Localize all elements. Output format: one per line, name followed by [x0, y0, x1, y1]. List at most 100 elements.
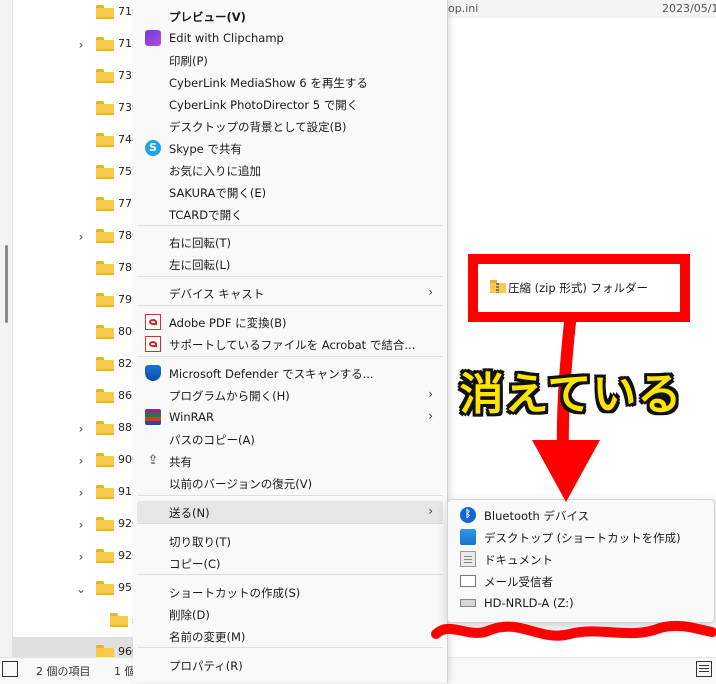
tree-item[interactable]: › 780	[12, 221, 139, 253]
send-to-item[interactable]: ᛒ Bluetooth デバイス	[452, 504, 710, 526]
send-to-item[interactable]: メール受信者	[452, 570, 710, 592]
file-list-row[interactable]: op.ini 2023/05/1	[440, 0, 716, 18]
send-to-item[interactable]: デスクトップ (ショートカットを作成)	[452, 526, 710, 548]
menu-item[interactable]: CyberLink PhotoDirector 5 で開く	[137, 93, 443, 115]
chevron-right-icon[interactable]: ›	[74, 422, 88, 436]
menu-item[interactable]: ⇪ 共有	[137, 450, 443, 472]
menu-item[interactable]: SAKURAで開く(E)	[137, 181, 443, 203]
menu-item[interactable]: デバイス キャスト ›	[137, 282, 443, 304]
tree-item[interactable]: 865	[12, 381, 139, 413]
tree-item[interactable]: › 911	[12, 477, 139, 509]
context-menu: プレビュー(V) Edit with Clipchamp 印刷(P) CyberLin…	[133, 0, 448, 683]
menu-item-label: 以前のバージョンの復元(V)	[169, 477, 313, 491]
chevron-right-icon[interactable]: ›	[74, 38, 88, 52]
menu-item[interactable]: 切り取り(T)	[137, 530, 443, 552]
menu-item[interactable]: TCARDで開く	[137, 203, 443, 225]
menu-item[interactable]: 削除(D)	[137, 603, 443, 625]
folder-icon	[96, 325, 114, 339]
tree-item[interactable]: › 926	[12, 541, 139, 573]
tree-item[interactable]: 参	[12, 605, 143, 637]
menu-item[interactable]: パスのコピー(A)	[137, 428, 443, 450]
desktop-icon	[460, 529, 476, 545]
menu-item[interactable]: CyberLink MediaShow 6 を再生する	[137, 71, 443, 93]
menu-item[interactable]: コピー(C)	[137, 552, 443, 574]
menu-item[interactable]: 左に回転(L)	[137, 253, 443, 275]
menu-item[interactable]: プログラムから開く(H) ›	[137, 384, 443, 406]
tree-item[interactable]: 771	[12, 189, 139, 221]
chevron-right-icon[interactable]: ›	[74, 486, 88, 500]
menu-item[interactable]: 以前のバージョンの復元(V)	[137, 472, 443, 494]
menu-item[interactable]: Microsoft Defender でスキャンする...	[137, 362, 443, 384]
send-to-item[interactable]: HD-NRLD-A (Z:)	[452, 592, 710, 614]
menu-item[interactable]: S Skype で共有	[137, 137, 443, 159]
menu-item[interactable]: お気に入りに追加	[137, 159, 443, 181]
folder-icon	[96, 581, 114, 595]
tree-item[interactable]: › 900	[12, 445, 139, 477]
menu-item[interactable]: 右に回転(T)	[137, 231, 443, 253]
clipchamp-icon	[145, 30, 161, 46]
chevron-right-icon[interactable]: ›	[74, 518, 88, 532]
tree-item[interactable]: › 920	[12, 509, 139, 541]
send-to-item[interactable]: ドキュメント	[452, 548, 710, 570]
menu-item[interactable]: 名前の変更(M)	[137, 625, 443, 647]
folder-icon	[96, 293, 114, 307]
menu-item-label: パスのコピー(A)	[169, 433, 255, 447]
tree-item[interactable]: 806	[12, 317, 139, 349]
send-to-item-label: ドキュメント	[484, 553, 553, 567]
tree-item[interactable]: 791	[12, 285, 139, 317]
missing-item-callout: 圧縮 (zip 形式) フォルダー	[468, 254, 690, 322]
chevron-down-icon[interactable]: ⌄	[74, 582, 88, 596]
menu-item-label: Adobe PDF に変換(B)	[169, 316, 287, 330]
menu-item[interactable]: サポートしているファイルを Acrobat で結合...	[137, 333, 443, 355]
chevron-right-icon: ›	[428, 387, 433, 401]
folder-icon	[110, 613, 128, 627]
tree-item[interactable]: 732	[12, 61, 139, 93]
folder-icon	[96, 485, 114, 499]
chevron-right-icon[interactable]: ›	[74, 230, 88, 244]
menu-item[interactable]: Edit with Clipchamp	[137, 27, 443, 49]
chevron-right-icon[interactable]: ›	[74, 550, 88, 564]
folder-icon	[96, 421, 114, 435]
annotation-caption: 消えている	[459, 369, 683, 420]
tree-item[interactable]: 744	[12, 125, 139, 157]
mail-icon	[460, 575, 476, 587]
folder-icon	[96, 133, 114, 147]
file-date: 2023/05/1	[662, 2, 716, 15]
menu-separator	[137, 356, 443, 357]
send-to-item-label: Bluetooth デバイス	[484, 509, 590, 523]
menu-item[interactable]: Adobe PDF に変換(B)	[137, 311, 443, 333]
tree-item[interactable]: 787	[12, 253, 139, 285]
menu-item-label: SAKURAで開く(E)	[169, 186, 267, 200]
zip-folder-icon	[490, 280, 506, 293]
menu-item-label: CyberLink MediaShow 6 を再生する	[169, 76, 368, 90]
menu-item[interactable]: ショートカットの作成(S)	[137, 581, 443, 603]
menu-item-label: 削除(D)	[169, 608, 210, 622]
tree-item[interactable]: 826	[12, 349, 139, 381]
scrollbar-thumb[interactable]	[5, 245, 8, 323]
chevron-right-icon[interactable]: ›	[74, 454, 88, 468]
tree-item[interactable]: 739	[12, 93, 139, 125]
list-view-icon[interactable]	[696, 661, 712, 677]
tree-item[interactable]: ⌄ 951	[12, 573, 139, 605]
item-count: 2 個の項目	[36, 665, 91, 678]
tree-item[interactable]: 710	[12, 0, 139, 29]
menu-item[interactable]: 送る(N) ›	[137, 501, 443, 523]
tree-item[interactable]: › 889	[12, 413, 139, 445]
menu-item-label: 共有	[169, 455, 192, 469]
share-icon: ⇪	[147, 453, 159, 468]
menu-separator	[137, 523, 443, 524]
menu-item[interactable]: プロパティ(R)	[137, 654, 443, 676]
menu-item[interactable]: 印刷(P)	[137, 49, 443, 71]
menu-item[interactable]: プレビュー(V)	[137, 5, 443, 27]
menu-item[interactable]: WinRAR ›	[137, 406, 443, 428]
tree-item[interactable]: › 717	[12, 29, 139, 61]
folder-icon	[96, 357, 114, 371]
menu-item[interactable]: デスクトップの背景として設定(B)	[137, 115, 443, 137]
details-view-icon[interactable]	[2, 661, 18, 677]
skype-icon: S	[145, 140, 161, 156]
menu-item-label: CyberLink PhotoDirector 5 で開く	[169, 98, 359, 112]
tree-item[interactable]: 752	[12, 157, 139, 189]
menu-item-label: 印刷(P)	[169, 54, 208, 68]
folder-icon	[96, 69, 114, 83]
folder-icon	[96, 549, 114, 563]
